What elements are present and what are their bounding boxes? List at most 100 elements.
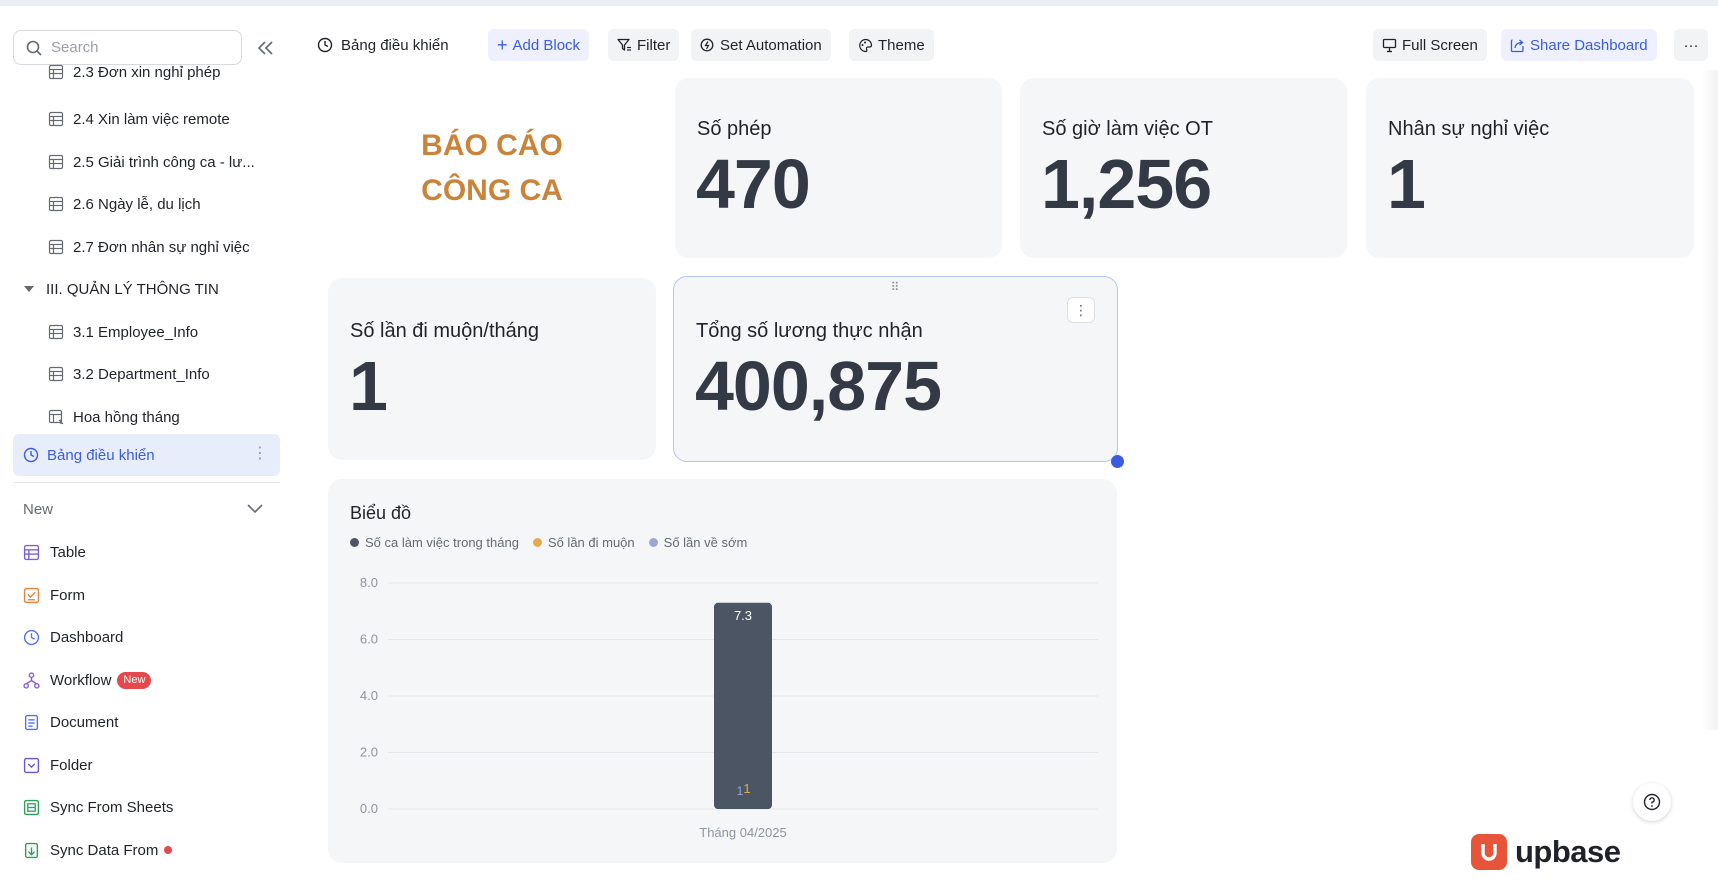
new-item-label: Sync From Sheets: [50, 798, 174, 816]
drag-handle-icon[interactable]: ⠿: [891, 281, 901, 293]
card-label: Số giờ làm việc OT: [1042, 118, 1213, 140]
new-item-label: Document: [50, 713, 119, 731]
new-section-header[interactable]: New: [23, 494, 263, 524]
dashboard-toolbar: Bảng điều khiển + Add Block Filter Set A…: [300, 29, 1710, 61]
folder-icon: [23, 757, 40, 773]
sidebar-item-department-info[interactable]: 3.2 Department_Info: [48, 356, 210, 392]
table-icon: [48, 366, 64, 382]
y-tick-label: 6.0: [360, 632, 378, 647]
table-formula-icon: [48, 409, 64, 425]
table-icon: [48, 154, 64, 170]
chevron-down-icon: [247, 504, 263, 514]
card-value: 1: [349, 347, 388, 425]
help-button[interactable]: [1633, 783, 1671, 821]
set-automation-button[interactable]: Set Automation: [691, 29, 831, 61]
sidebar: Search 2.3 Đơn xin nghỉ phép 2.4 Xin làm…: [0, 6, 290, 886]
data-label: 7.3: [734, 608, 752, 623]
sidebar-item-label: 3.1 Employee_Info: [73, 323, 199, 341]
sidebar-item-label: 2.5 Giải trình công ca - lư...: [73, 153, 255, 171]
theme-button[interactable]: Theme: [849, 29, 934, 61]
add-block-button[interactable]: + Add Block: [488, 29, 590, 61]
net-salary-card[interactable]: ⠿ ⋮ Tổng số lương thực nhận 400,875: [673, 276, 1124, 468]
ot-hours-card[interactable]: Số giờ làm việc OT 1,256: [1020, 78, 1347, 258]
collapse-sidebar-button[interactable]: [254, 36, 278, 60]
card-menu-button[interactable]: ⋮: [1067, 297, 1095, 323]
palette-icon: [859, 38, 873, 52]
sidebar-item-employee-info[interactable]: 3.1 Employee_Info: [48, 314, 198, 350]
new-document-button[interactable]: Document: [23, 704, 118, 740]
workflow-icon: [23, 671, 40, 689]
sidebar-item-resignation[interactable]: 2.7 Đơn nhân sự nghỉ việc: [48, 229, 250, 265]
sidebar-item-label: Hoa hồng tháng: [73, 408, 180, 426]
filter-label: Filter: [637, 36, 671, 54]
card-value: 470: [696, 145, 811, 223]
new-badge: New: [117, 671, 152, 689]
new-item-label: Folder: [50, 756, 93, 774]
chart-card[interactable]: Biểu đồ Số ca làm việc trong tháng Số lầ…: [328, 479, 1117, 863]
dashboard-icon: [23, 447, 39, 463]
dashboard-title: Bảng điều khiển: [317, 29, 449, 61]
new-item-label: Workflow: [50, 671, 112, 689]
new-dashboard-button[interactable]: Dashboard: [23, 619, 123, 655]
bar-0: [714, 602, 772, 809]
table-icon: [48, 196, 64, 212]
new-form-button[interactable]: Form: [23, 577, 85, 613]
form-icon: [23, 587, 40, 603]
dashboard-icon: [23, 629, 40, 645]
new-section-label: New: [23, 500, 54, 518]
sidebar-item-label: 3.2 Department_Info: [73, 365, 210, 383]
card-label: Nhân sự nghỉ việc: [1388, 118, 1550, 140]
sidebar-group-info-management[interactable]: III. QUẢN LÝ THÔNG TIN: [24, 271, 219, 307]
new-item-label: Table: [50, 543, 86, 561]
new-table-button[interactable]: Table: [23, 534, 86, 570]
report-title-block[interactable]: BÁO CÁO CÔNG CA: [330, 78, 654, 258]
sidebar-item-commission[interactable]: Hoa hồng tháng: [48, 399, 180, 435]
automation-icon: [700, 38, 714, 51]
new-workflow-button[interactable]: Workflow New: [23, 662, 152, 698]
sidebar-item-remote[interactable]: 2.4 Xin làm việc remote: [48, 101, 230, 137]
resize-handle[interactable]: [1111, 455, 1124, 468]
filter-button[interactable]: Filter: [608, 29, 680, 61]
chart-plot: 8.06.04.02.00.07.31 1Tháng 04/2025: [360, 575, 1098, 840]
sidebar-item-label: 2.7 Đơn nhân sự nghỉ việc: [73, 238, 250, 256]
double-chevron-left-icon: [257, 41, 273, 55]
full-screen-button[interactable]: Full Screen: [1373, 29, 1487, 61]
divider: [13, 482, 280, 483]
card-label: Số phép: [697, 118, 772, 140]
sidebar-item-clipped[interactable]: 2.3 Đơn xin nghỉ phép: [48, 54, 220, 90]
late-count-card[interactable]: Số lần đi muộn/tháng 1: [328, 278, 656, 460]
resigned-card[interactable]: Nhân sự nghỉ việc 1: [1366, 78, 1694, 258]
new-item-label: Form: [50, 586, 85, 604]
dashboard-title-text: Bảng điều khiển: [341, 36, 449, 54]
sidebar-item-holidays[interactable]: 2.6 Ngày lễ, du lịch: [48, 186, 201, 222]
full-screen-label: Full Screen: [1402, 36, 1478, 54]
share-icon: [1510, 38, 1524, 52]
sidebar-item-explanation[interactable]: 2.5 Giải trình công ca - lư...: [48, 144, 255, 180]
notification-dot: [164, 846, 173, 854]
brand-logo: upbase: [1471, 834, 1621, 870]
add-block-label: Add Block: [512, 36, 581, 54]
y-tick-label: 0.0: [360, 801, 378, 816]
card-label: Số lần đi muộn/tháng: [350, 320, 540, 342]
filter-icon: [617, 38, 631, 51]
caret-down-icon: [24, 286, 34, 292]
table-icon: [48, 324, 64, 340]
theme-label: Theme: [878, 36, 925, 54]
new-folder-button[interactable]: Folder: [23, 747, 93, 783]
edge-shadow: [1700, 70, 1718, 730]
card-value: 1: [1387, 145, 1426, 223]
more-vertical-icon[interactable]: ⋮: [252, 444, 268, 464]
set-automation-label: Set Automation: [720, 36, 822, 54]
new-sync-sheets-button[interactable]: Sync From Sheets: [23, 789, 173, 825]
new-sync-data-button[interactable]: Sync Data From: [23, 832, 173, 868]
more-options-button[interactable]: ···: [1674, 29, 1708, 61]
sidebar-item-label: 2.3 Đơn xin nghỉ phép: [73, 63, 221, 81]
y-tick-label: 8.0: [360, 575, 378, 590]
share-dashboard-button[interactable]: Share Dashboard: [1501, 29, 1657, 61]
sidebar-item-dashboard-active[interactable]: Bảng điều khiển ⋮: [13, 434, 280, 476]
report-title-line2: CÔNG CA: [421, 174, 563, 207]
sidebar-group-label: III. QUẢN LÝ THÔNG TIN: [46, 280, 219, 298]
upbase-logo-icon: [1471, 834, 1507, 870]
table-icon: [48, 111, 64, 127]
leave-count-card[interactable]: Số phép 470: [675, 78, 1002, 258]
